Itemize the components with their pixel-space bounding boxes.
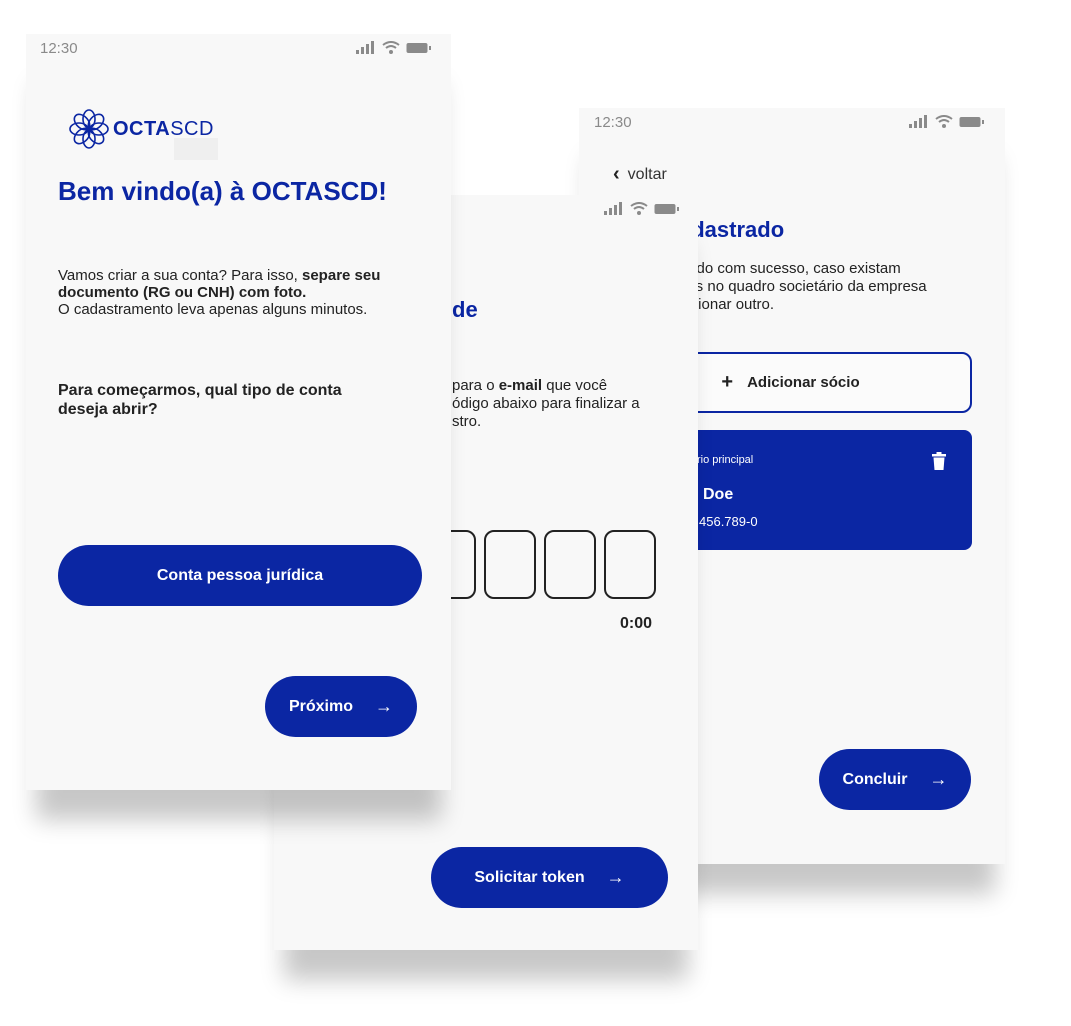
request-token-label: Solicitar token [474, 868, 585, 886]
partners-description: trado com sucesso, caso existam bas no q… [679, 260, 979, 314]
intro-text: Vamos criar a sua conta? Para isso, [58, 267, 302, 284]
welcome-intro: Vamos criar a sua conta? Para isso, sepa… [58, 267, 408, 318]
status-icons [909, 115, 985, 128]
next-label: Próximo [288, 697, 353, 715]
intro-line-2: O cadastramento leva apenas alguns minut… [58, 301, 368, 318]
status-icons [356, 41, 432, 54]
plus-icon: + [721, 371, 734, 393]
description-line-2: bas no quadro societário da empresa [679, 278, 927, 295]
finish-button[interactable]: Concluir → [819, 749, 971, 810]
partner-role: rio principal [697, 454, 754, 466]
logo-bold: OCTA [113, 117, 171, 140]
signal-icon [909, 115, 927, 128]
account-type-question: Para começarmos, qual tipo de conta dese… [58, 382, 342, 418]
partner-name: Doe [703, 486, 734, 503]
logo-light: SCD [170, 117, 214, 140]
partner-document: 456.789-0 [699, 514, 758, 529]
arrow-right-icon: → [606, 867, 625, 887]
page-title: Bem vindo(a) à OCTASCD! [58, 176, 387, 206]
token-description: para o e-mail que você ódigo abaixo para… [452, 377, 692, 431]
code-input-2[interactable] [484, 530, 536, 599]
description-line-3: stro. [452, 413, 482, 430]
status-bar: 12:30 [26, 34, 451, 62]
line-1-rest: que você [542, 377, 608, 394]
line-1-text: para o [452, 377, 499, 394]
battery-icon [406, 42, 431, 53]
status-time: 12:30 [594, 114, 632, 131]
screen-welcome: 12:30 OCTASCD Bem vindo(a) à OCTASCD! Va… [26, 34, 451, 790]
back-label: voltar [627, 165, 667, 183]
status-bar: 12:30 [579, 108, 1005, 136]
description-line-2: ódigo abaixo para finalizar a [452, 395, 640, 412]
back-button[interactable]: ‹ voltar [613, 163, 667, 186]
arrow-right-icon: → [929, 769, 948, 789]
signal-icon [356, 41, 374, 54]
code-input-4[interactable] [604, 530, 656, 599]
signal-icon [604, 202, 622, 215]
wifi-icon [382, 41, 400, 54]
description-line-3: dicionar outro. [679, 296, 775, 313]
countdown-timer: 0:00 [620, 615, 653, 632]
wifi-icon [630, 202, 648, 215]
wifi-icon [935, 115, 953, 128]
flower-logo-icon [69, 109, 109, 149]
finish-label: Concluir [842, 770, 908, 788]
status-time: 12:30 [40, 40, 78, 57]
arrow-right-icon: → [375, 696, 393, 716]
chevron-left-icon: ‹ [613, 163, 620, 185]
page-title: de [452, 297, 478, 322]
add-partner-label: Adicionar sócio [747, 374, 860, 391]
code-input-3[interactable] [544, 530, 596, 599]
legal-entity-account-button[interactable]: Conta pessoa jurídica [58, 545, 422, 606]
logo-wordmark: OCTASCD [113, 118, 214, 141]
battery-icon [959, 116, 984, 127]
line-1-email: e-mail [498, 377, 543, 394]
battery-icon [654, 203, 679, 214]
status-icons [604, 202, 680, 215]
octascd-logo: OCTASCD [68, 108, 214, 150]
description-line-1: para o e-mail que você [452, 377, 692, 395]
trash-icon[interactable] [932, 452, 946, 470]
account-button-label: Conta pessoa jurídica [156, 566, 324, 584]
next-button[interactable]: Próximo → [265, 676, 417, 737]
request-token-button[interactable]: Solicitar token → [431, 847, 668, 908]
description-line-1: trado com sucesso, caso existam [679, 260, 901, 277]
